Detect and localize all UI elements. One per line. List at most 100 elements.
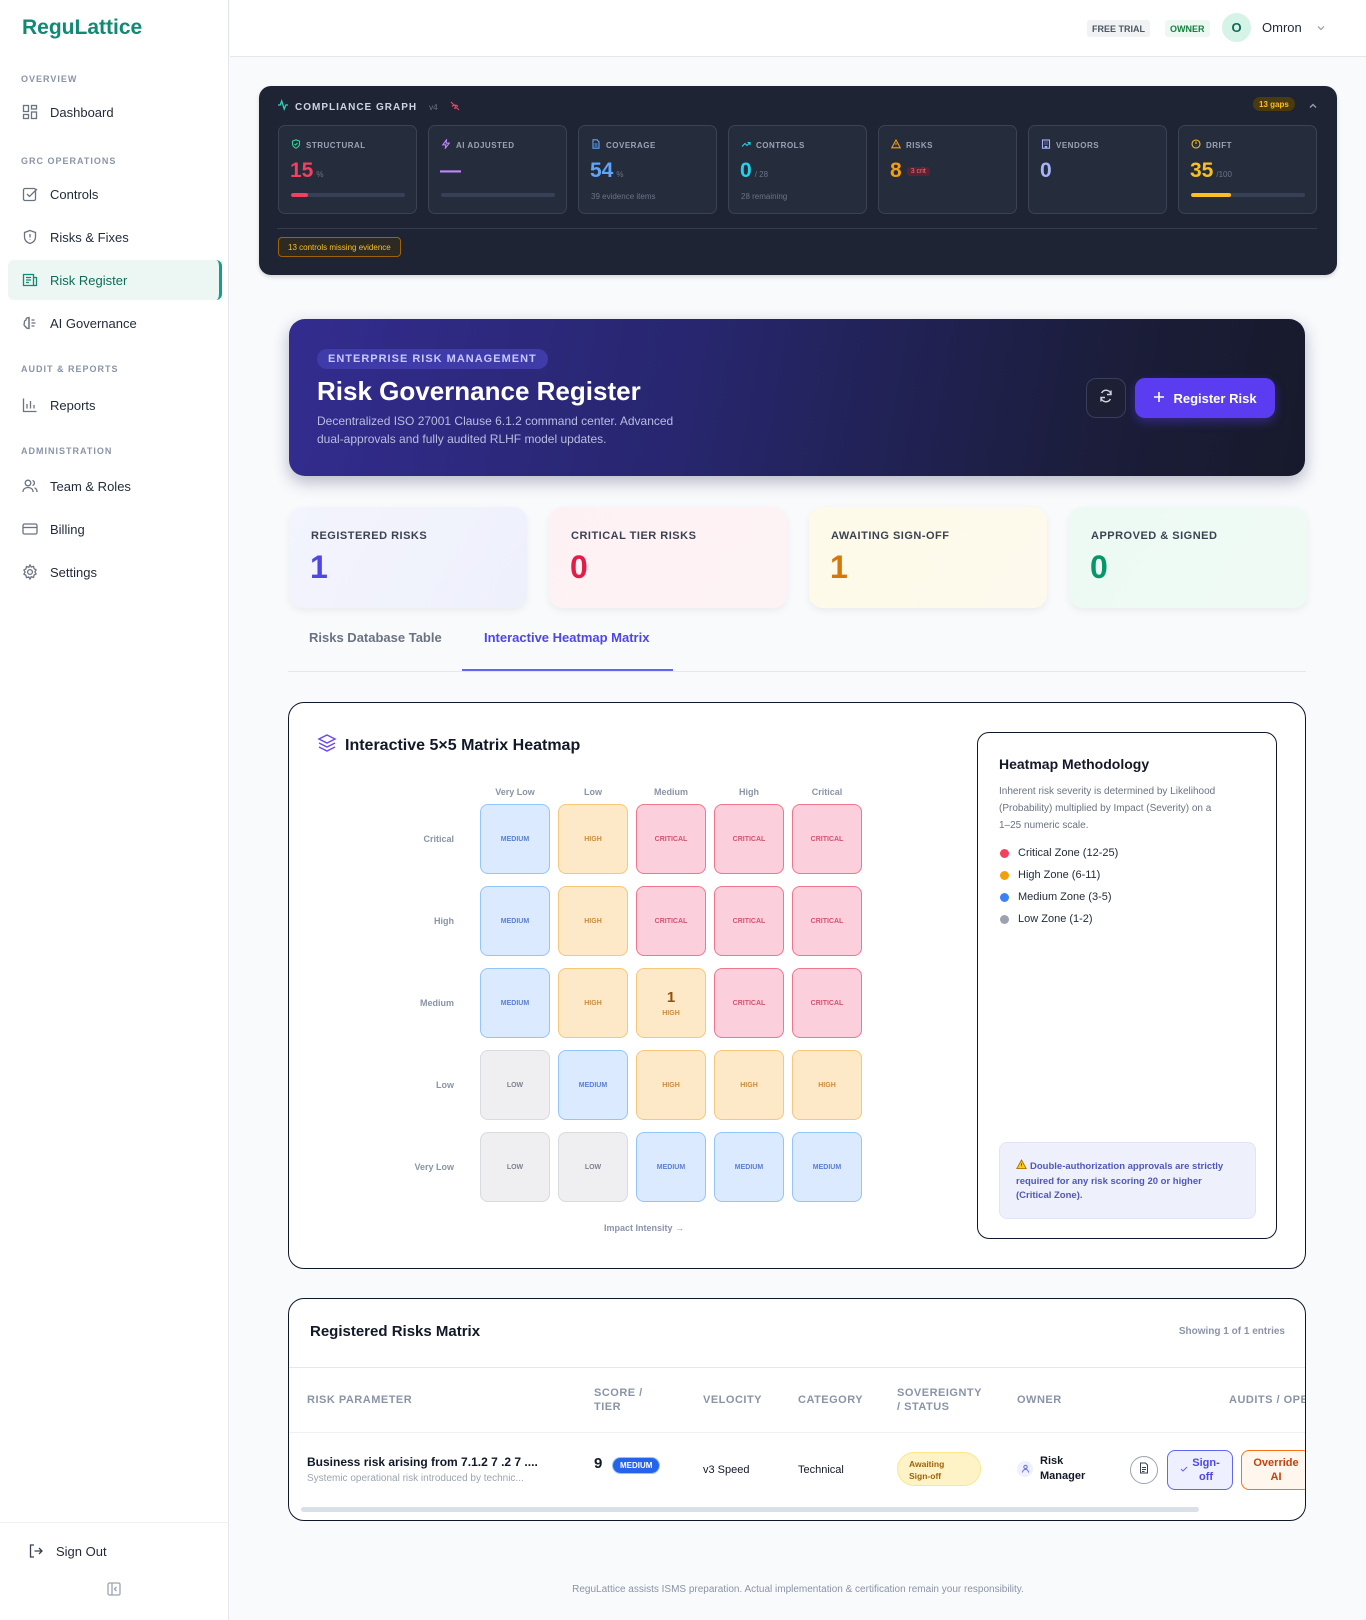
hero-banner: ENTERPRISE RISK MANAGEMENT Risk Governan… (289, 319, 1305, 476)
heatmap-cell[interactable]: MEDIUM (480, 968, 550, 1038)
compliance-graph-title: COMPLIANCE GRAPH (295, 101, 418, 113)
heatmap-cell[interactable]: 1 HIGH (636, 968, 706, 1038)
plus-icon (1153, 391, 1165, 406)
note-line: Double-authorization approvals are stric… (1030, 1161, 1224, 1172)
sign-out-button[interactable]: Sign Out (14, 1531, 228, 1571)
divider (277, 228, 1317, 229)
sidebar-item-ai-governance[interactable]: AI Governance (8, 303, 222, 343)
metric-unit: % (316, 170, 324, 179)
heatmap-cell[interactable]: CRITICAL (714, 886, 784, 956)
sidebar-item-controls[interactable]: Controls (8, 174, 222, 214)
avatar[interactable]: O (1222, 13, 1251, 42)
heatmap-cell[interactable]: CRITICAL (714, 804, 784, 874)
methodology-line: 1–25 numeric scale. (999, 820, 1089, 831)
metric-card-coverage[interactable]: COVERAGE 54% 39 evidence items (578, 125, 717, 214)
top-bar: FREE TRIAL OWNER O Omron (230, 0, 1366, 57)
entries-count: Showing 1 of 1 entries (1178, 1326, 1285, 1337)
refresh-button[interactable] (1086, 378, 1126, 418)
label-line: Override (1253, 1457, 1299, 1469)
label-line: AI (1270, 1471, 1282, 1483)
trending-up-icon (741, 139, 751, 151)
metric-label: RISKS (906, 140, 933, 150)
status-badge: Awaiting Sign-off (897, 1452, 981, 1486)
heatmap-cell[interactable]: MEDIUM (480, 804, 550, 874)
heatmap-cell[interactable]: CRITICAL (792, 886, 862, 956)
sidebar-item-risk-register[interactable]: Risk Register (8, 260, 222, 300)
sign-off-button[interactable]: Sign-off (1167, 1450, 1233, 1490)
heatmap-cell[interactable]: MEDIUM (636, 1132, 706, 1202)
brand-logo[interactable]: ReguLattice (22, 16, 142, 40)
chevron-down-icon[interactable] (1315, 21, 1327, 39)
heatmap-cell[interactable]: HIGH (558, 968, 628, 1038)
metric-card-drift[interactable]: DRIFT 35/100 (1178, 125, 1317, 214)
sidebar-item-reports[interactable]: Reports (8, 385, 222, 425)
nav-section-overview: OVERVIEW (21, 74, 78, 84)
activity-icon (277, 98, 289, 116)
warning-icon (1016, 1159, 1027, 1175)
sidebar-item-billing[interactable]: Billing (8, 509, 222, 549)
metric-value: 0 (740, 159, 752, 182)
compliance-graph-panel: COMPLIANCE GRAPH v4 13 gaps STRUCTURAL 1… (259, 86, 1337, 275)
heatmap-cell[interactable]: MEDIUM (714, 1132, 784, 1202)
heatmap-cell[interactable]: LOW (558, 1132, 628, 1202)
heatmap-cell[interactable]: CRITICAL (792, 968, 862, 1038)
metric-card-structural[interactable]: STRUCTURAL 15% (278, 125, 417, 214)
row-label: Medium (419, 998, 454, 1008)
override-ai-button[interactable]: Override AI (1241, 1450, 1305, 1490)
heatmap-cell[interactable]: HIGH (714, 1050, 784, 1120)
row-label: High (434, 916, 454, 926)
user-name[interactable]: Omron (1262, 20, 1302, 35)
heatmap-cell[interactable]: LOW (480, 1132, 550, 1202)
tab-heatmap-matrix[interactable]: Interactive Heatmap Matrix (484, 630, 649, 645)
register-risk-button[interactable]: Register Risk (1135, 378, 1275, 418)
column-header-audits: AUDITS / OPE (1229, 1394, 1306, 1406)
heatmap-cell[interactable]: HIGH (636, 1050, 706, 1120)
metric-card-controls[interactable]: CONTROLS 0/ 28 28 remaining (728, 125, 867, 214)
hero-description-line: Decentralized ISO 27001 Clause 6.1.2 com… (317, 414, 674, 428)
cell-level: MEDIUM (500, 835, 530, 843)
column-label: Medium (653, 787, 688, 797)
heatmap-cell[interactable]: CRITICAL (714, 968, 784, 1038)
heatmap-cell[interactable]: LOW (480, 1050, 550, 1120)
nav-section-audit: AUDIT & REPORTS (21, 364, 119, 374)
horizontal-scrollbar[interactable] (301, 1507, 1199, 1512)
chevron-up-icon[interactable] (1308, 98, 1318, 116)
metric-card-risks[interactable]: RISKS 8 3 crit (878, 125, 1017, 214)
heatmap-cell[interactable]: HIGH (558, 886, 628, 956)
heatmap-cell[interactable]: CRITICAL (792, 804, 862, 874)
progress-fill (291, 193, 309, 197)
metric-value: 15 (290, 159, 314, 182)
tab-risks-database[interactable]: Risks Database Table (309, 630, 442, 645)
metric-label: VENDORS (1056, 140, 1100, 150)
owner-line: Risk (1040, 1455, 1064, 1467)
sidebar-item-risks-fixes[interactable]: Risks & Fixes (8, 217, 222, 257)
heatmap-cell[interactable]: MEDIUM (558, 1050, 628, 1120)
sidebar-item-dashboard[interactable]: Dashboard (8, 92, 222, 132)
sidebar-item-settings[interactable]: Settings (8, 552, 222, 592)
heatmap-cell[interactable]: HIGH (792, 1050, 862, 1120)
metric-label: AI ADJUSTED (456, 140, 515, 150)
owner-name: Risk Manager (1040, 1454, 1085, 1484)
heatmap-cell[interactable]: MEDIUM (480, 886, 550, 956)
heatmap-cell[interactable]: CRITICAL (636, 804, 706, 874)
heatmap-cell[interactable]: HIGH (558, 804, 628, 874)
heatmap-cell[interactable]: CRITICAL (636, 886, 706, 956)
bar-chart-icon (22, 397, 38, 413)
cell-level: CRITICAL (810, 999, 844, 1007)
dual-approval-note: Double-authorization approvals are stric… (999, 1142, 1256, 1219)
sidebar-item-team-roles[interactable]: Team & Roles (8, 466, 222, 506)
collapse-sidebar-icon[interactable] (106, 1581, 122, 1602)
divider (289, 1367, 1305, 1368)
cell-level: MEDIUM (578, 1081, 608, 1089)
heatmap-cell[interactable]: MEDIUM (792, 1132, 862, 1202)
metric-card-vendors[interactable]: VENDORS 0 (1028, 125, 1167, 214)
metric-card-ai-adjusted[interactable]: AI ADJUSTED — (428, 125, 567, 214)
brain-icon (22, 315, 38, 331)
risk-velocity: v3 Speed (703, 1464, 750, 1476)
risk-title[interactable]: Business risk arising from 7.1.2 7 .2 7 … (307, 1455, 538, 1469)
clock-icon (1191, 139, 1201, 151)
missing-evidence-alert[interactable]: 13 controls missing evidence (278, 237, 401, 257)
critical-count-badge: 3 crit (906, 166, 930, 176)
cell-level: CRITICAL (654, 835, 688, 843)
evidence-button[interactable] (1130, 1456, 1158, 1484)
